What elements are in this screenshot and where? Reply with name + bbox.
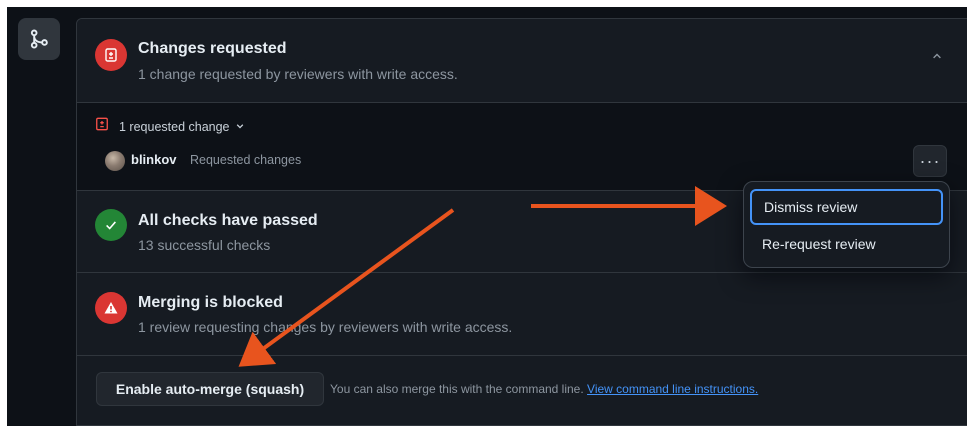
screenshot-border bbox=[0, 426, 967, 433]
pr-merge-box-screen: Changes requested 1 change requested by … bbox=[0, 0, 967, 433]
command-line-instructions-link[interactable]: View command line instructions. bbox=[587, 382, 758, 396]
section-title: Merging is blocked bbox=[138, 294, 283, 311]
chevron-up-icon[interactable] bbox=[931, 49, 943, 65]
requested-change-label: 1 requested change bbox=[119, 120, 230, 134]
review-actions-menu: Dismiss review Re-request review bbox=[743, 181, 950, 268]
alert-icon bbox=[95, 292, 127, 324]
section-title: Changes requested bbox=[138, 40, 287, 57]
git-merge-icon bbox=[18, 18, 60, 60]
dismiss-review-menu-item[interactable]: Dismiss review bbox=[750, 189, 943, 225]
section-subtitle: 1 change requested by reviewers with wri… bbox=[138, 66, 458, 82]
section-title: All checks have passed bbox=[138, 212, 318, 229]
requested-change-toggle[interactable]: 1 requested change bbox=[119, 118, 245, 136]
kebab-horizontal-icon[interactable]: ··· bbox=[913, 145, 947, 177]
screenshot-border bbox=[0, 0, 967, 7]
kebab-label: ··· bbox=[919, 151, 941, 171]
file-diff-icon bbox=[95, 117, 109, 136]
chevron-down-icon bbox=[235, 118, 245, 136]
reviewer-status: Requested changes bbox=[190, 153, 302, 167]
re-request-review-menu-item[interactable]: Re-request review bbox=[750, 226, 943, 262]
changes-requested-section[interactable]: Changes requested 1 change requested by … bbox=[77, 19, 967, 103]
section-subtitle: 1 review requesting changes by reviewers… bbox=[138, 319, 513, 335]
merge-blocked-section: Merging is blocked 1 review requesting c… bbox=[77, 273, 967, 356]
check-icon bbox=[95, 209, 127, 241]
reviewer-name[interactable]: blinkov bbox=[131, 152, 177, 167]
avatar[interactable] bbox=[105, 151, 125, 171]
requested-change-detail: 1 requested change blinkov Requested cha… bbox=[77, 103, 967, 191]
section-subtitle: 13 successful checks bbox=[138, 237, 271, 253]
command-line-help: You can also merge this with the command… bbox=[330, 382, 758, 396]
file-diff-icon bbox=[95, 39, 127, 71]
screenshot-border bbox=[0, 0, 7, 433]
merge-actions: Enable auto-merge (squash) You can also … bbox=[77, 356, 967, 425]
help-text: You can also merge this with the command… bbox=[330, 382, 588, 396]
enable-auto-merge-button[interactable]: Enable auto-merge (squash) bbox=[96, 372, 324, 406]
